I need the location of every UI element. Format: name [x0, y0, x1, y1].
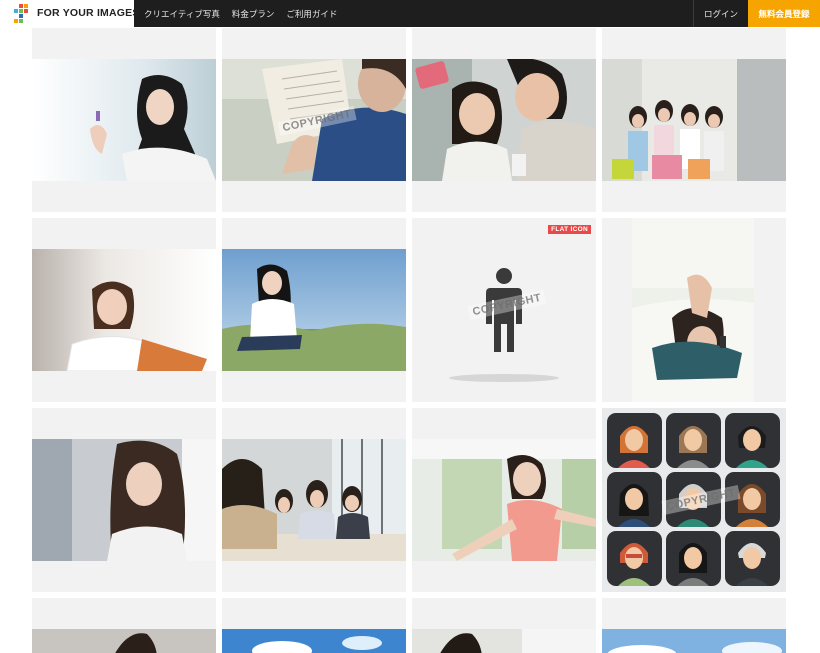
photo-girl-on-grass [222, 249, 406, 371]
photo-sky-partial [222, 629, 406, 653]
image-tile[interactable] [32, 218, 216, 402]
image-tile[interactable] [222, 598, 406, 653]
logo-text: FOR YOUR IMAGES [37, 7, 140, 19]
main-nav: クリエイティブ写真 料金プラン ご利用ガイド [144, 0, 349, 27]
flat-icon-badge: FLAT ICON [548, 225, 591, 234]
photo-woman-partial [32, 629, 216, 653]
login-button[interactable]: ログイン [693, 0, 748, 27]
photo-woman-stretching [412, 439, 596, 561]
avatar-icon-set: COPYRIGHT [602, 408, 786, 592]
photo-woman-with-phone [32, 59, 216, 181]
image-tile[interactable]: COPYRIGHT [602, 408, 786, 592]
image-tile[interactable] [412, 408, 596, 592]
image-tile[interactable] [222, 408, 406, 592]
nav-pricing[interactable]: 料金プラン [232, 8, 275, 20]
signup-button[interactable]: 無料会員登録 [748, 0, 820, 27]
image-tile[interactable]: COPYRIGHT [222, 28, 406, 212]
photo-women-shopping [602, 59, 786, 181]
nav-creative-photos[interactable]: クリエイティブ写真 [144, 8, 220, 20]
image-tile[interactable] [602, 28, 786, 212]
image-tile[interactable] [222, 218, 406, 402]
photo-woman-window-partial [412, 629, 596, 653]
photo-woman-shopping-bag [32, 249, 216, 371]
image-tile[interactable] [602, 218, 786, 402]
image-tile[interactable]: FLAT ICON COPYRIGHT [412, 218, 596, 402]
photo-couple-selfie [412, 59, 596, 181]
photo-sky-clouds-partial [602, 629, 786, 653]
photo-man-reading-book: COPYRIGHT [222, 59, 406, 181]
top-header: FOR YOUR IMAGES クリエイティブ写真 料金プラン ご利用ガイド ロ… [0, 0, 820, 27]
photo-woman-on-sofa-phone [632, 218, 754, 402]
photo-students-classroom [222, 439, 406, 561]
photo-woman-by-window [32, 439, 216, 561]
image-tile[interactable] [412, 28, 596, 212]
nav-guide[interactable]: ご利用ガイド [286, 8, 337, 20]
image-tile[interactable] [32, 408, 216, 592]
image-tile[interactable] [32, 598, 216, 653]
image-tile[interactable] [412, 598, 596, 653]
image-tile[interactable] [32, 28, 216, 212]
logo-link[interactable]: FOR YOUR IMAGES [0, 0, 139, 27]
image-tile[interactable] [602, 598, 786, 653]
logo-icon [14, 4, 28, 23]
flat-icon-person: FLAT ICON COPYRIGHT [412, 218, 596, 402]
